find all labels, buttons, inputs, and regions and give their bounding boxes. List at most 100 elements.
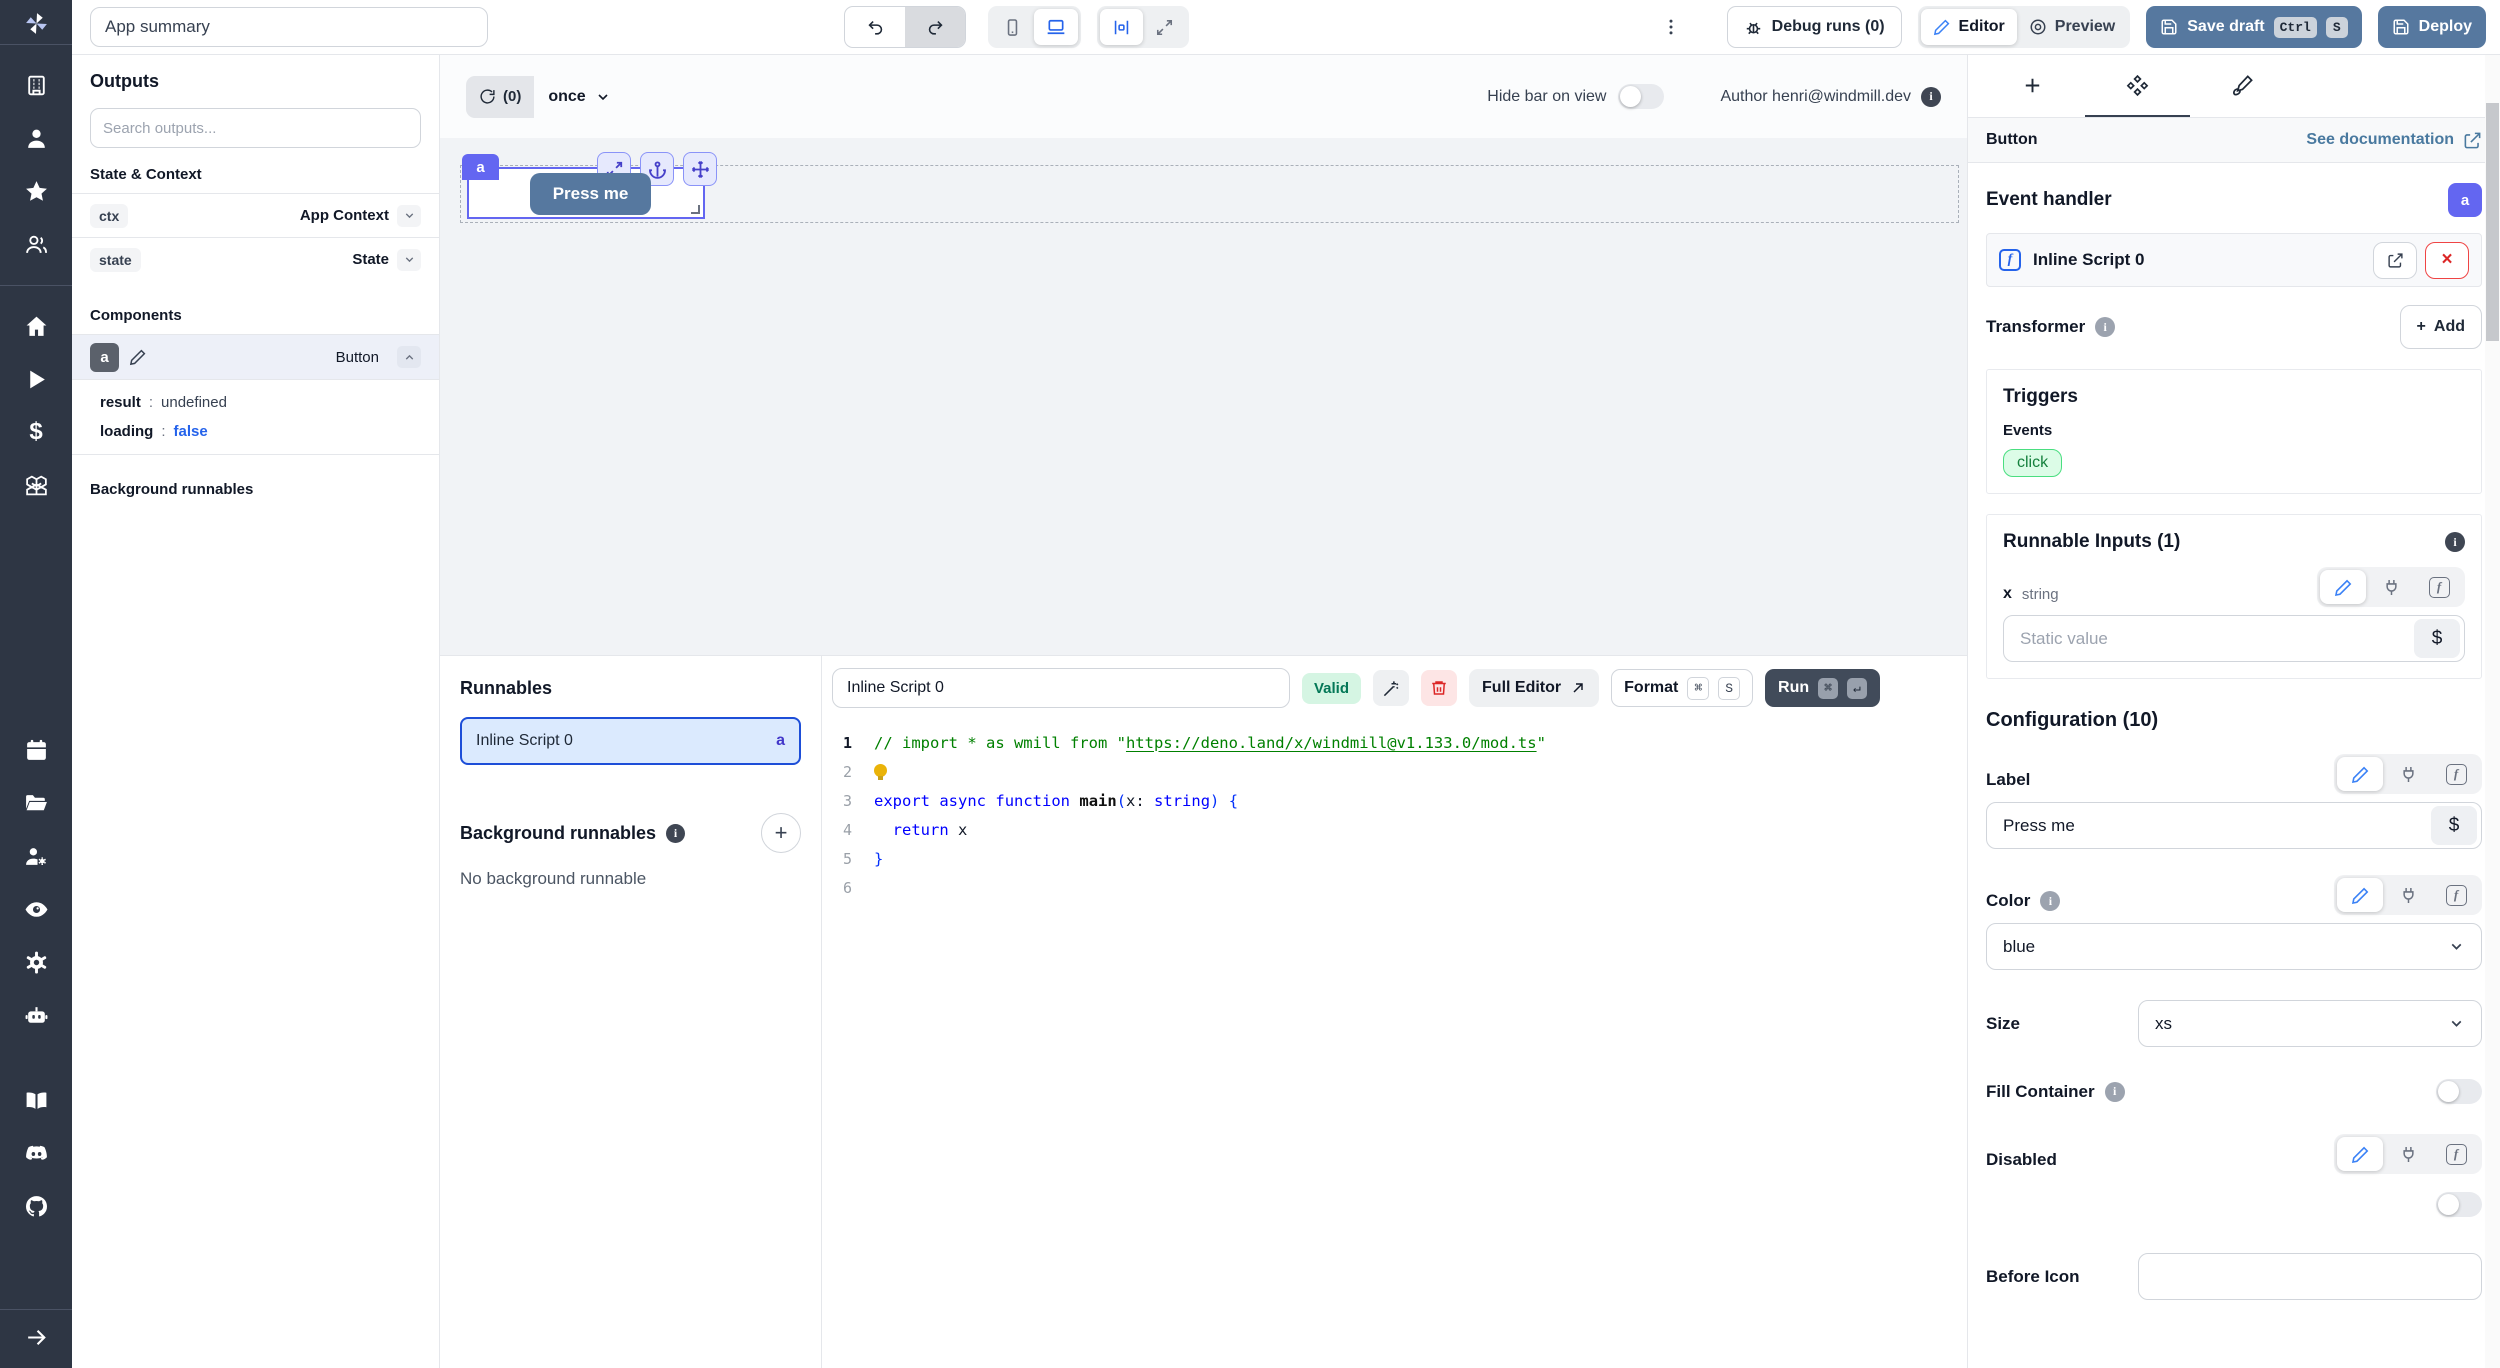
- editor-tab[interactable]: Editor: [1921, 9, 2017, 45]
- static-value-input[interactable]: [2004, 629, 2414, 649]
- move-icon[interactable]: [683, 152, 717, 186]
- info-icon[interactable]: i: [2445, 532, 2465, 552]
- building-icon[interactable]: [23, 72, 49, 98]
- connect-mode-plug-icon[interactable]: [2385, 757, 2431, 791]
- eval-mode-function-icon[interactable]: f: [2433, 878, 2479, 912]
- dollar-template-button[interactable]: $: [2431, 806, 2477, 845]
- component-settings-tab[interactable]: [2085, 55, 2190, 117]
- see-documentation-link[interactable]: See documentation: [2306, 131, 2482, 150]
- center-layout-button[interactable]: [1100, 9, 1143, 45]
- disabled-toggle[interactable]: [2436, 1192, 2482, 1217]
- right-panel-scrollbar[interactable]: [2485, 55, 2500, 1368]
- before-icon-select[interactable]: [2138, 1253, 2482, 1300]
- pencil-icon[interactable]: [129, 348, 147, 366]
- fullwidth-layout-button[interactable]: [1143, 9, 1186, 45]
- eye-icon[interactable]: [23, 896, 49, 922]
- refresh-button[interactable]: (0): [466, 76, 534, 118]
- connect-mode-plug-icon[interactable]: [2385, 878, 2431, 912]
- boxes-icon[interactable]: [23, 472, 49, 498]
- event-script-card[interactable]: f Inline Script 0 ×: [1986, 233, 2482, 287]
- more-menu-icon[interactable]: [1661, 17, 1681, 37]
- run-button[interactable]: Run ⌘↵: [1765, 669, 1880, 707]
- collapse-arrow-icon[interactable]: [23, 1324, 49, 1350]
- static-mode-pencil-icon[interactable]: [2337, 878, 2383, 912]
- dollar-template-button[interactable]: $: [2414, 619, 2460, 658]
- preview-tab[interactable]: Preview: [2017, 9, 2127, 45]
- chevron-down-icon[interactable]: [397, 205, 421, 227]
- users-icon[interactable]: [23, 231, 49, 257]
- folder-open-icon[interactable]: [23, 790, 49, 816]
- insert-component-tab[interactable]: [1980, 55, 2085, 117]
- code-editor[interactable]: 1// import * as wmill from "https://deno…: [822, 718, 1967, 1368]
- eval-mode-function-icon[interactable]: f: [2416, 570, 2462, 604]
- user-icon[interactable]: [23, 125, 49, 151]
- color-select[interactable]: blue: [1986, 923, 2482, 970]
- book-open-icon[interactable]: [23, 1087, 49, 1113]
- size-select[interactable]: xs: [2138, 1000, 2482, 1047]
- info-icon[interactable]: i: [666, 824, 685, 843]
- connect-mode-plug-icon[interactable]: [2368, 570, 2414, 604]
- redo-button[interactable]: [905, 7, 965, 47]
- sidebar-divider: [0, 1309, 72, 1310]
- chevron-down-icon[interactable]: [397, 249, 421, 271]
- chevron-up-icon[interactable]: [397, 346, 421, 368]
- eval-mode-function-icon[interactable]: f: [2433, 757, 2479, 791]
- remove-script-icon[interactable]: ×: [2425, 242, 2469, 279]
- save-draft-button[interactable]: Save draft CtrlS: [2146, 6, 2361, 48]
- output-row-ctx[interactable]: ctx App Context: [72, 193, 439, 237]
- event-handler-title: Event handler: [1986, 189, 2112, 211]
- search-outputs-input[interactable]: [90, 108, 421, 148]
- open-script-icon[interactable]: [2373, 242, 2417, 279]
- info-icon[interactable]: i: [2040, 891, 2060, 911]
- component-row-a[interactable]: a Button: [72, 334, 439, 380]
- scrollbar-thumb[interactable]: [2486, 103, 2499, 341]
- styling-tab[interactable]: [2190, 55, 2295, 117]
- app-canvas[interactable]: a Press me: [440, 138, 1967, 655]
- static-mode-pencil-icon[interactable]: [2337, 1137, 2383, 1171]
- info-icon[interactable]: i: [1921, 87, 1941, 107]
- fill-container-toggle[interactable]: [2436, 1079, 2482, 1104]
- schedule-dropdown[interactable]: once: [534, 88, 624, 106]
- info-icon[interactable]: i: [2095, 317, 2115, 337]
- static-mode-pencil-icon[interactable]: [2337, 757, 2383, 791]
- home-icon[interactable]: [23, 313, 49, 339]
- delete-script-icon[interactable]: [1421, 670, 1457, 706]
- background-runnables-header: Background runnables i +: [460, 813, 801, 853]
- runnable-item-inline-script-0[interactable]: Inline Script 0 a: [460, 717, 801, 765]
- windmill-logo-icon[interactable]: [23, 10, 49, 36]
- ai-wand-icon[interactable]: [1373, 670, 1409, 706]
- add-transformer-button[interactable]: + Add: [2400, 305, 2482, 349]
- github-icon[interactable]: [23, 1193, 49, 1219]
- script-name-input[interactable]: [832, 668, 1290, 708]
- deploy-button[interactable]: Deploy: [2378, 6, 2486, 48]
- dollar-icon[interactable]: $: [23, 419, 49, 445]
- connect-mode-plug-icon[interactable]: [2385, 1137, 2431, 1171]
- label-value-input[interactable]: [1987, 816, 2431, 836]
- press-me-button[interactable]: Press me: [530, 173, 651, 215]
- format-button[interactable]: Format ⌘S: [1611, 669, 1753, 707]
- editor-preview-toggle: Editor Preview: [1918, 6, 2131, 48]
- user-cog-icon[interactable]: [23, 843, 49, 869]
- selected-button-component[interactable]: a Press me: [467, 167, 705, 219]
- discord-icon[interactable]: [23, 1140, 49, 1166]
- undo-button[interactable]: [845, 7, 905, 47]
- settings-gear-icon[interactable]: [23, 949, 49, 975]
- star-icon[interactable]: [23, 178, 49, 204]
- mobile-view-button[interactable]: [991, 9, 1034, 45]
- debug-runs-button[interactable]: Debug runs (0): [1727, 6, 1902, 48]
- play-icon[interactable]: [23, 366, 49, 392]
- workspace-sidebar: $: [0, 0, 72, 1368]
- eval-mode-function-icon[interactable]: f: [2433, 1137, 2479, 1171]
- static-mode-pencil-icon[interactable]: [2320, 570, 2366, 604]
- full-editor-button[interactable]: Full Editor: [1469, 669, 1599, 707]
- output-row-state[interactable]: state State: [72, 237, 439, 281]
- bot-icon[interactable]: [23, 1002, 49, 1028]
- resize-handle[interactable]: [691, 205, 700, 214]
- app-summary-input[interactable]: [90, 7, 488, 47]
- desktop-view-button[interactable]: [1034, 9, 1078, 45]
- add-background-runnable-button[interactable]: +: [761, 813, 801, 853]
- info-icon[interactable]: i: [2105, 1082, 2125, 1102]
- hide-bar-toggle[interactable]: [1618, 84, 1664, 109]
- chevron-down-icon: [595, 89, 611, 105]
- calendar-icon[interactable]: [23, 737, 49, 763]
